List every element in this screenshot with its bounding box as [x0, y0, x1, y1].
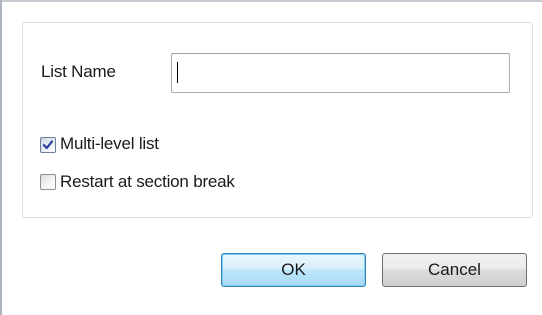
checkmark-icon [42, 140, 54, 150]
list-name-dialog: List Name Multi-level list Restart at se… [0, 0, 542, 315]
multilevel-list-checkbox[interactable] [40, 137, 56, 153]
ok-button[interactable]: OK [221, 253, 366, 287]
dialog-top-border [0, 0, 542, 2]
list-name-label: List Name [41, 62, 116, 81]
multilevel-list-label[interactable]: Multi-level list [60, 134, 159, 154]
restart-section-break-checkbox[interactable] [40, 174, 56, 190]
cancel-button[interactable]: Cancel [382, 253, 527, 287]
restart-section-break-label[interactable]: Restart at section break [60, 172, 235, 192]
dialog-left-border [0, 0, 2, 315]
list-name-input[interactable] [171, 53, 510, 93]
text-caret [177, 62, 178, 83]
